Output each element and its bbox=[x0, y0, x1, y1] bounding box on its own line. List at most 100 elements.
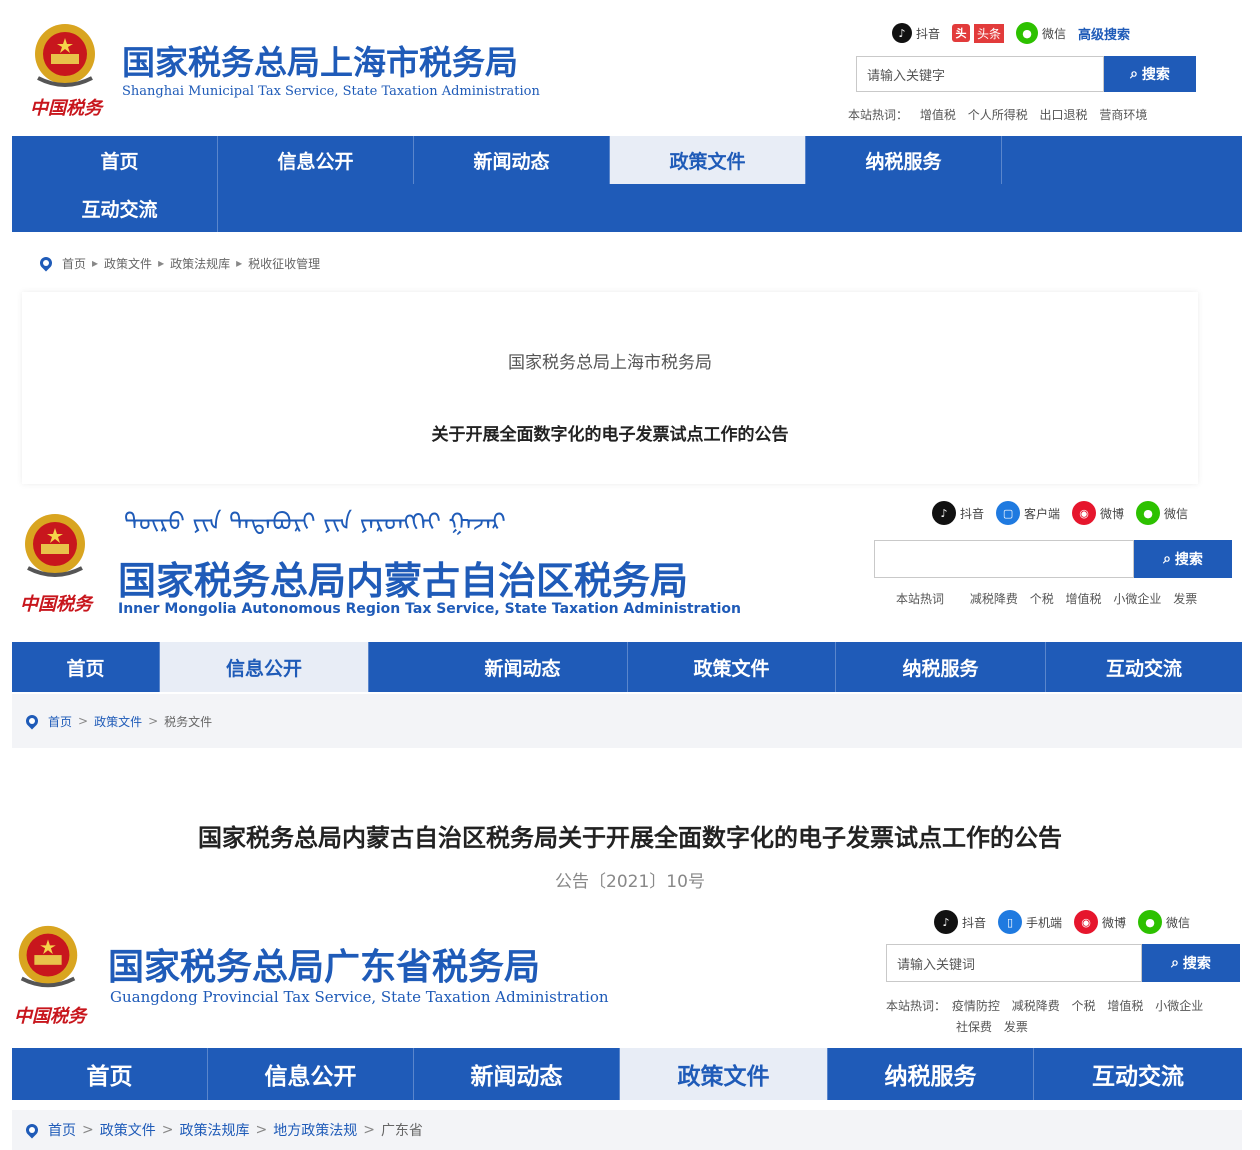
wechat-icon: ● bbox=[1136, 501, 1161, 525]
nav-home[interactable]: 首页 bbox=[22, 136, 218, 184]
search-input[interactable]: 请输入关键词 bbox=[886, 944, 1142, 982]
nav-interaction[interactable]: 互动交流 bbox=[22, 184, 218, 232]
wechat-icon: ● bbox=[1016, 22, 1039, 44]
social-douyin[interactable]: ♪ 抖音 bbox=[892, 23, 940, 43]
breadcrumb-item[interactable]: 政策文件 bbox=[100, 1120, 156, 1140]
hot-word[interactable]: 个税 bbox=[1072, 999, 1096, 1013]
search-bar: 请输入关键词 ⌕ 搜索 bbox=[886, 944, 1240, 982]
nav-service[interactable]: 纳税服务 bbox=[806, 136, 1002, 184]
hot-word[interactable]: 增值税 bbox=[1107, 999, 1143, 1013]
nav-news[interactable]: 新闻动态 bbox=[414, 136, 610, 184]
nav-policy[interactable]: 政策文件 bbox=[620, 1048, 828, 1100]
search-icon: ⌕ bbox=[1163, 551, 1171, 567]
search-button[interactable]: ⌕ 搜索 bbox=[1142, 944, 1240, 982]
social-links: ♪ 抖音 ▯ 手机端 ◉ 微博 ● 微信 bbox=[922, 910, 1190, 934]
hot-word[interactable]: 增值税 bbox=[920, 108, 956, 122]
social-douyin[interactable]: ♪ 抖音 bbox=[934, 910, 986, 934]
breadcrumb-item[interactable]: 首页 bbox=[48, 1120, 76, 1140]
hot-word[interactable]: 发票 bbox=[1173, 592, 1197, 606]
social-douyin[interactable]: ♪ 抖音 bbox=[932, 501, 984, 525]
nav-info[interactable]: 信息公开 bbox=[218, 136, 414, 184]
national-emblem-icon bbox=[35, 24, 95, 87]
nav-policy[interactable]: 政策文件 bbox=[628, 642, 836, 692]
breadcrumb-item[interactable]: 首页 bbox=[62, 255, 86, 272]
search-bar: 请输入关键字 ⌕ 搜索 bbox=[856, 56, 1196, 92]
social-client[interactable]: ▢ 客户端 bbox=[996, 501, 1060, 525]
search-bar: ⌕ 搜索 bbox=[874, 540, 1232, 578]
site-subtitle: Inner Mongolia Autonomous Region Tax Ser… bbox=[118, 601, 741, 617]
search-icon: ⌕ bbox=[1171, 955, 1179, 971]
breadcrumb-item[interactable]: 政策法规库 bbox=[179, 1120, 249, 1140]
hot-word[interactable]: 个税 bbox=[1030, 592, 1054, 606]
breadcrumb-item[interactable]: 政策文件 bbox=[94, 713, 142, 730]
article-number: 公告〔2021〕10号 bbox=[555, 872, 705, 892]
nav-service[interactable]: 纳税服务 bbox=[836, 642, 1046, 692]
social-wechat[interactable]: ● 微信 bbox=[1016, 22, 1066, 44]
breadcrumb-item[interactable]: 税务文件 bbox=[164, 713, 212, 730]
social-wechat[interactable]: ● 微信 bbox=[1136, 501, 1188, 525]
social-mobile[interactable]: ▯ 手机端 bbox=[998, 910, 1062, 934]
breadcrumb-item[interactable]: 政策法规库 bbox=[170, 255, 230, 272]
location-pin-icon bbox=[37, 254, 55, 272]
main-nav: 首页 信息公开 新闻动态 政策文件 纳税服务 互动交流 bbox=[12, 1048, 1242, 1100]
hot-words: 本站热词 减税降费 个税 增值税 小微企业 发票 bbox=[896, 592, 1198, 606]
nav-interaction[interactable]: 互动交流 bbox=[1046, 642, 1242, 692]
site-title: 国家税务总局上海市税务局 bbox=[122, 43, 518, 82]
social-headline[interactable]: 头头条 bbox=[952, 23, 1005, 43]
hot-word[interactable]: 减税降费 bbox=[1012, 999, 1060, 1013]
location-pin-icon bbox=[23, 1121, 41, 1139]
nav-service[interactable]: 纳税服务 bbox=[828, 1048, 1034, 1100]
hot-word[interactable]: 营商环境 bbox=[1099, 108, 1147, 122]
hot-word[interactable]: 疫情防控 bbox=[952, 999, 1000, 1013]
breadcrumb-item[interactable]: 首页 bbox=[48, 713, 72, 730]
social-weibo[interactable]: ◉ 微博 bbox=[1074, 910, 1126, 934]
site-subtitle: Guangdong Provincial Tax Service, State … bbox=[110, 988, 609, 1006]
hot-word[interactable]: 小微企业 bbox=[1113, 592, 1161, 606]
search-input[interactable] bbox=[874, 540, 1134, 578]
nav-interaction[interactable]: 互动交流 bbox=[1034, 1048, 1242, 1100]
hot-words: 本站热词： 疫情防控 减税降费 个税 增值税 小微企业 社保费 发票 bbox=[886, 999, 1204, 1034]
breadcrumb-item[interactable]: 广东省 bbox=[381, 1120, 423, 1140]
headline-icon: 头 bbox=[952, 24, 971, 42]
hot-word[interactable]: 减税降费 bbox=[970, 592, 1018, 606]
advanced-search-link[interactable]: 高级搜索 bbox=[1078, 24, 1130, 43]
nav-policy[interactable]: 政策文件 bbox=[610, 136, 806, 184]
social-weibo[interactable]: ◉ 微博 bbox=[1072, 501, 1124, 525]
social-wechat[interactable]: ● 微信 bbox=[1138, 910, 1190, 934]
location-pin-icon bbox=[23, 712, 41, 730]
search-input[interactable]: 请输入关键字 bbox=[856, 56, 1104, 92]
nav-home[interactable]: 首页 bbox=[12, 1048, 208, 1100]
calligraphy-logo: 中国税务 bbox=[30, 98, 102, 119]
hot-word[interactable]: 出口退税 bbox=[1040, 108, 1088, 122]
nav-news[interactable]: 新闻动态 bbox=[418, 642, 628, 692]
search-icon: ⌕ bbox=[1130, 66, 1138, 82]
breadcrumb-item[interactable]: 政策文件 bbox=[104, 255, 152, 272]
nav-home[interactable]: 首页 bbox=[12, 642, 160, 692]
mobile-icon: ▯ bbox=[998, 910, 1023, 934]
inner-mongolia-site: ᠲᠥᠷᠥ ᠶᠢᠨ ᠲᠠᠲᠠᠪᠤᠷᠢ ᠶᠢᠨ ᠶᠡᠷᠦᠩᠬᠡᠢ ᠭᠠᠵᠠᠷ 中国税… bbox=[0, 490, 1260, 910]
hot-word[interactable]: 社保费 bbox=[956, 1020, 992, 1034]
hot-words: 本站热词： 增值税 个人所得税 出口退税 营商环境 bbox=[848, 108, 1148, 122]
douyin-icon: ♪ bbox=[892, 23, 912, 43]
search-button[interactable]: ⌕ 搜索 bbox=[1104, 56, 1196, 92]
shanghai-site: 中国税务 国家税务总局上海市税务局 Shanghai Municipal Tax… bbox=[0, 0, 1260, 490]
nav-news[interactable]: 新闻动态 bbox=[414, 1048, 620, 1100]
breadcrumb-item[interactable]: 地方政策法规 bbox=[273, 1120, 357, 1140]
breadcrumb-item[interactable]: 税收征收管理 bbox=[248, 255, 320, 272]
nav-info[interactable]: 信息公开 bbox=[208, 1048, 414, 1100]
calligraphy-logo: 中国税务 bbox=[20, 594, 92, 615]
article-title: 关于开展全面数字化的电子发票试点工作的公告 bbox=[431, 425, 789, 445]
hot-word[interactable]: 发票 bbox=[1004, 1020, 1028, 1034]
nav-info[interactable]: 信息公开 bbox=[160, 642, 369, 692]
hot-word[interactable]: 增值税 bbox=[1066, 592, 1102, 606]
site-title: 国家税务总局内蒙古自治区税务局 bbox=[118, 559, 689, 603]
main-nav: 首页 信息公开 新闻动态 政策文件 纳税服务 互动交流 bbox=[12, 642, 1242, 692]
search-button[interactable]: ⌕ 搜索 bbox=[1134, 540, 1232, 578]
hot-word[interactable]: 个人所得税 bbox=[968, 108, 1028, 122]
wechat-icon: ● bbox=[1138, 910, 1163, 934]
national-emblem-icon bbox=[25, 514, 85, 577]
site-subtitle: Shanghai Municipal Tax Service, State Ta… bbox=[122, 84, 540, 99]
article-panel: 国家税务总局上海市税务局 关于开展全面数字化的电子发票试点工作的公告 bbox=[22, 292, 1198, 484]
hot-word[interactable]: 小微企业 bbox=[1155, 999, 1203, 1013]
guangdong-site: 中国税务 国家税务总局广东省税务局 Guangdong Provincial T… bbox=[0, 910, 1260, 1150]
